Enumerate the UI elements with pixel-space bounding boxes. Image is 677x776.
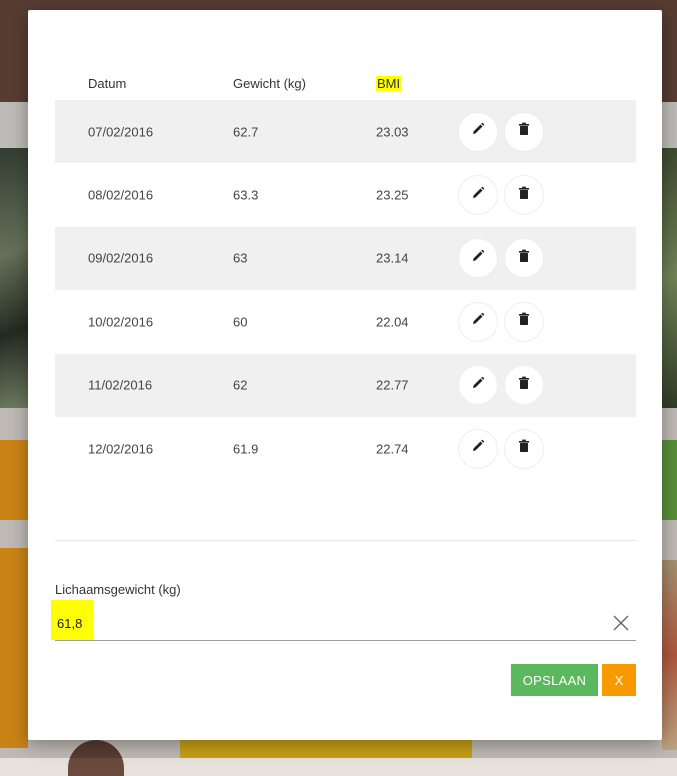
edit-button[interactable]	[458, 238, 498, 279]
close-icon[interactable]	[612, 614, 630, 632]
cell-weight: 63.3	[233, 187, 259, 203]
table-row: 08/02/2016 63.3 23.25	[55, 163, 636, 226]
delete-button[interactable]	[504, 111, 544, 152]
header-date: Datum	[88, 76, 127, 91]
cell-date: 11/02/2016	[88, 377, 153, 393]
cell-weight: 60	[233, 314, 248, 330]
edit-button[interactable]	[458, 175, 498, 216]
cell-bmi: 23.14	[376, 250, 409, 266]
cell-weight: 63	[233, 250, 248, 266]
delete-button[interactable]	[504, 301, 544, 342]
pencil-icon	[471, 122, 485, 141]
cell-bmi: 23.25	[376, 187, 409, 203]
pencil-icon	[471, 376, 485, 395]
table-row: 10/02/2016 60 22.04	[55, 290, 636, 353]
delete-button[interactable]	[504, 428, 544, 469]
weight-table: Datum Gewicht (kg) BMI 07/02/2016 62.7 23.…	[55, 66, 636, 480]
table-row: 09/02/2016 63 23.14	[55, 226, 636, 291]
table-header: Datum Gewicht (kg) BMI	[55, 66, 636, 100]
trash-icon	[518, 312, 530, 331]
weight-field-label: Lichaamsgewicht (kg)	[55, 582, 181, 597]
cell-date: 07/02/2016	[88, 124, 154, 140]
cell-bmi: 22.04	[376, 314, 409, 330]
edit-button[interactable]	[458, 301, 498, 342]
trash-icon	[518, 376, 530, 395]
trash-icon	[518, 186, 530, 205]
edit-button[interactable]	[458, 365, 498, 406]
table-row: 12/02/2016 61.9 22.74	[55, 417, 636, 480]
pencil-icon	[471, 249, 485, 268]
close-button[interactable]: X	[602, 664, 636, 696]
cell-weight: 62.7	[233, 124, 259, 140]
cell-date: 12/02/2016	[88, 441, 154, 457]
trash-icon	[518, 439, 530, 458]
cell-bmi: 23.03	[376, 124, 409, 140]
weight-input[interactable]	[55, 606, 599, 640]
table-row: 07/02/2016 62.7 23.03	[55, 100, 636, 164]
cell-bmi: 22.74	[376, 441, 409, 457]
edit-button[interactable]	[458, 428, 498, 469]
cell-date: 10/02/2016	[88, 314, 154, 330]
delete-button[interactable]	[504, 365, 544, 406]
weight-field	[51, 600, 636, 641]
cell-bmi: 22.77	[376, 377, 409, 393]
cell-date: 09/02/2016	[88, 250, 154, 266]
header-weight: Gewicht (kg)	[233, 76, 306, 91]
pencil-icon	[471, 439, 485, 458]
cell-date: 08/02/2016	[88, 187, 154, 203]
delete-button[interactable]	[504, 175, 544, 216]
edit-button[interactable]	[458, 111, 498, 152]
divider	[55, 540, 636, 541]
trash-icon	[518, 122, 530, 141]
weight-history-modal: Datum Gewicht (kg) BMI 07/02/2016 62.7 23.…	[28, 10, 662, 740]
delete-button[interactable]	[504, 238, 544, 279]
cell-weight: 62	[233, 377, 248, 393]
cell-weight: 61.9	[233, 441, 259, 457]
table-row: 11/02/2016 62 22.77	[55, 353, 636, 417]
pencil-icon	[471, 312, 485, 331]
trash-icon	[518, 249, 530, 268]
header-bmi: BMI	[376, 76, 402, 91]
save-button[interactable]: OPSLAAN	[511, 664, 598, 696]
pencil-icon	[471, 186, 485, 205]
